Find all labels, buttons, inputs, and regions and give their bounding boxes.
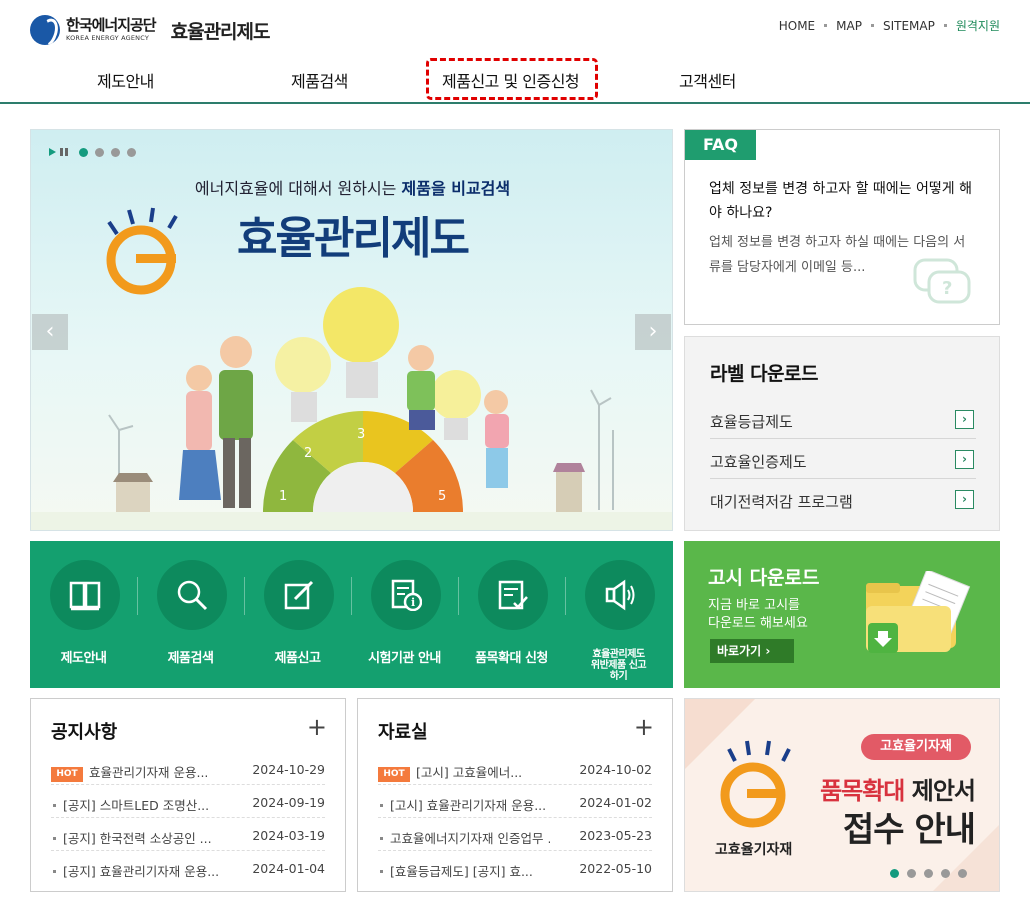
label-download-item[interactable]: 고효율인증제도 › <box>710 439 976 479</box>
chat-bubble-icon: ? <box>913 258 971 304</box>
quick-item-violation-report[interactable]: 효율관리제도 위반제품 신고하기 <box>565 541 672 688</box>
logo[interactable]: 한국에너지공단 KOREA ENERGY AGENCY 효율관리제도 <box>30 14 270 46</box>
notice-download-title: 고시 다운로드 <box>708 567 820 589</box>
promo-banner[interactable]: 고효율기자재 품목확대 제안서 접수 안내 고효율기자재 <box>684 698 1000 892</box>
kea-emblem-icon <box>30 15 60 45</box>
notice-board: 공지사항 + HOT 효율관리기자재 운용... 2024-10-29 [공지] … <box>30 698 346 892</box>
banner-dot[interactable] <box>941 869 950 878</box>
quick-menu: 제도안내 제품검색 제품신고 i 시험기관 안내 품목확대 신청 효율관리제도 … <box>30 541 673 688</box>
svg-text:?: ? <box>942 278 952 299</box>
banner-dot[interactable] <box>890 869 899 878</box>
edit-icon <box>284 580 314 610</box>
document-info-icon: i <box>391 579 422 611</box>
org-name: 한국에너지공단 <box>66 16 157 35</box>
quick-item-product-report[interactable]: 제품신고 <box>244 541 351 688</box>
notice-download-panel: 고시 다운로드 지금 바로 고시를 다운로드 해보세요 바로가기 › <box>684 541 1000 688</box>
nav-item-product-search[interactable]: 제품검색 <box>291 68 348 92</box>
label-download-item[interactable]: 효율등급제도 › <box>710 399 976 439</box>
util-sitemap-link[interactable]: SITEMAP <box>883 19 935 33</box>
hot-badge: HOT <box>51 767 83 782</box>
faq-card[interactable]: FAQ 업체 정보를 변경 하고자 할 때에는 어떻게 해야 하나요? 업체 정… <box>684 129 1000 325</box>
mascot-e-icon <box>720 740 791 828</box>
notice-more-plus-icon[interactable]: + <box>307 713 327 741</box>
faq-tag: FAQ <box>685 130 756 160</box>
site-title: 효율관리제도 <box>170 20 271 43</box>
notice-row[interactable]: HOT 효율관리기자재 운용... 2024-10-29 <box>51 752 325 785</box>
notice-download-desc: 지금 바로 고시를 다운로드 해보세요 <box>708 598 808 631</box>
search-icon <box>177 580 208 611</box>
banner-line1: 품목확대 제안서 <box>820 777 976 805</box>
faq-question[interactable]: 업체 정보를 변경 하고자 할 때에는 어떻게 해야 하나요? <box>709 177 981 225</box>
svg-text:1: 1 <box>279 489 287 504</box>
quick-item-category-expansion[interactable]: 품목확대 신청 <box>458 541 565 688</box>
notice-row[interactable]: [공지] 효율관리기자재 운용... 2024-01-04 <box>51 851 325 884</box>
chevron-right-icon[interactable]: › <box>955 490 974 509</box>
svg-text:2: 2 <box>304 446 312 461</box>
quick-item-product-search[interactable]: 제품검색 <box>137 541 244 688</box>
chevron-right-icon[interactable]: › <box>955 450 974 469</box>
util-map-link[interactable]: MAP <box>836 19 862 33</box>
banner-pill: 고효율기자재 <box>861 734 971 760</box>
archive-row[interactable]: HOT [고시] 고효율에너... 2024-10-02 <box>378 752 652 785</box>
util-home-link[interactable]: HOME <box>779 19 815 33</box>
chevron-right-icon[interactable]: › <box>955 410 974 429</box>
label-download-title: 라벨 다운로드 <box>710 363 819 385</box>
org-name-en: KOREA ENERGY AGENCY <box>66 34 150 43</box>
nav-item-system-guide[interactable]: 제도안내 <box>97 68 154 92</box>
book-icon <box>69 581 101 611</box>
folder-download-icon <box>866 571 971 653</box>
archive-row[interactable]: 고효율에너지기자재 인증업무 ... 2023-05-23 <box>378 818 652 851</box>
megaphone-icon <box>605 579 635 611</box>
banner-dot[interactable] <box>958 869 967 878</box>
archive-more-plus-icon[interactable]: + <box>634 713 654 741</box>
notice-board-title: 공지사항 <box>51 722 118 743</box>
archive-board-title: 자료실 <box>378 722 428 743</box>
mascot-e-icon <box>106 207 178 295</box>
banner-dot[interactable] <box>924 869 933 878</box>
slider-next-button[interactable]: › <box>635 314 671 350</box>
banner-caption: 고효율기자재 <box>715 842 793 858</box>
svg-text:5: 5 <box>438 489 446 504</box>
hero-slider: 에너지효율에 대해서 원하시는 제품을 비교검색 효율관리제도 1 2 3 5 … <box>30 129 673 531</box>
banner-pagination <box>890 869 975 878</box>
label-download-panel: 라벨 다운로드 효율등급제도 › 고효율인증제도 › 대기전력저감 프로그램 › <box>684 336 1000 531</box>
nav-item-customer-center[interactable]: 고객센터 <box>679 68 736 92</box>
archive-row[interactable]: [고시] 효율관리기자재 운용... 2024-01-02 <box>378 785 652 818</box>
notice-row[interactable]: [공지] 한국전력 소상공인 ... 2024-03-19 <box>51 818 325 851</box>
util-remote-support-link[interactable]: 원격지원 <box>956 17 1000 34</box>
utility-nav: HOME MAP SITEMAP 원격지원 <box>779 17 1000 34</box>
banner-dot[interactable] <box>907 869 916 878</box>
hot-badge: HOT <box>378 767 410 782</box>
svg-text:3: 3 <box>357 427 365 442</box>
banner-line2: 접수 안내 <box>843 810 976 850</box>
archive-board: 자료실 + HOT [고시] 고효율에너... 2024-10-02 [고시] 효… <box>357 698 673 892</box>
quick-item-system-guide[interactable]: 제도안내 <box>30 541 137 688</box>
label-download-item[interactable]: 대기전력저감 프로그램 › <box>710 479 976 519</box>
quick-item-testing-lab-guide[interactable]: i 시험기관 안내 <box>351 541 458 688</box>
notice-row[interactable]: [공지] 스마트LED 조명산... 2024-09-19 <box>51 785 325 818</box>
go-button[interactable]: 바로가기 › <box>710 639 794 663</box>
archive-row[interactable]: [효율등급제도] [공지] 효... 2022-05-10 <box>378 851 652 884</box>
hero-illustration: 1 2 3 5 <box>31 207 672 530</box>
svg-text:i: i <box>411 596 415 609</box>
slider-prev-button[interactable]: ‹ <box>32 314 68 350</box>
checklist-icon <box>498 580 528 610</box>
nav-highlight-box <box>426 58 598 100</box>
